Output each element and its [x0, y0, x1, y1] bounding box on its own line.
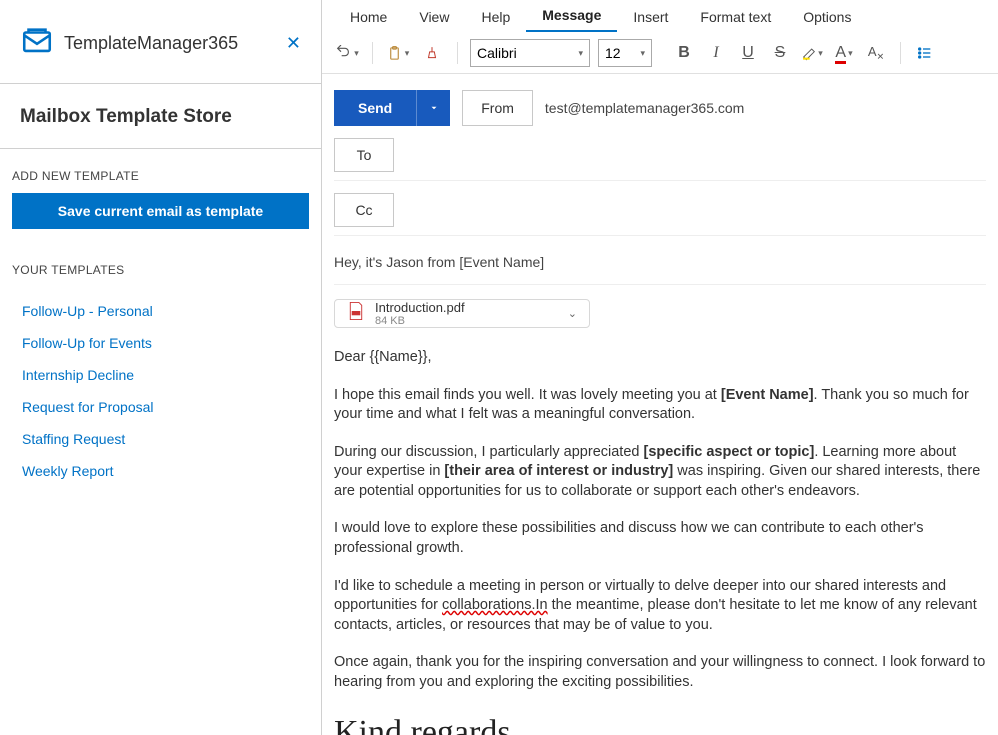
to-row: To: [334, 138, 986, 181]
template-item[interactable]: Staffing Request: [22, 423, 299, 455]
paragraph-1: I hope this email finds you well. It was…: [334, 386, 986, 425]
clear-format-button[interactable]: A✕: [864, 41, 888, 65]
your-templates-label: YOUR TEMPLATES: [0, 229, 321, 287]
from-email: test@templatemanager365.com: [545, 100, 744, 116]
tab-format-text[interactable]: Format text: [684, 2, 787, 32]
italic-button[interactable]: I: [704, 41, 728, 65]
paragraph-3: I would love to explore these possibilit…: [334, 519, 986, 558]
ribbon-tabs: Home View Help Message Insert Format tex…: [322, 0, 998, 33]
font-color-button[interactable]: A ▾: [832, 41, 856, 65]
font-select[interactable]: Calibri ▾: [470, 39, 590, 67]
from-button[interactable]: From: [462, 90, 533, 126]
add-template-label: ADD NEW TEMPLATE: [0, 149, 321, 193]
template-item[interactable]: Follow-Up - Personal: [22, 295, 299, 327]
sidebar: TemplateManager365 ✕ Mailbox Template St…: [0, 0, 322, 735]
attachment-size: 84 KB: [375, 315, 465, 327]
logo: TemplateManager365: [20, 24, 238, 63]
formatting-toolbar: ▾ ▾ Calibri ▾ 12 ▾ B I U S ▾: [322, 33, 998, 74]
email-body[interactable]: Dear {{Name}}, I hope this email finds y…: [322, 342, 998, 735]
message-header: Send From test@templatemanager365.com To…: [322, 74, 998, 285]
paste-button[interactable]: ▾: [385, 39, 411, 67]
bullet-list-button[interactable]: [913, 41, 937, 65]
bold-button[interactable]: B: [672, 41, 696, 65]
font-name: Calibri: [477, 45, 517, 61]
cc-row: Cc: [334, 193, 986, 236]
tab-insert[interactable]: Insert: [617, 2, 684, 32]
send-button[interactable]: Send: [334, 90, 416, 126]
font-size-select[interactable]: 12 ▾: [598, 39, 652, 67]
text-format-group: B I U S ▾ A ▾ A✕: [672, 41, 937, 65]
format-painter-button[interactable]: [419, 39, 445, 67]
separator: [900, 42, 901, 64]
close-icon[interactable]: ✕: [286, 33, 301, 54]
font-size: 12: [605, 45, 621, 61]
app-logo-icon: [20, 24, 54, 63]
strikethrough-button[interactable]: S: [768, 41, 792, 65]
tab-home[interactable]: Home: [334, 2, 403, 32]
sidebar-header: TemplateManager365 ✕: [0, 0, 321, 84]
paragraph-5: Once again, thank you for the inspiring …: [334, 653, 986, 692]
paragraph-4: I'd like to schedule a meeting in person…: [334, 577, 986, 636]
save-template-button[interactable]: Save current email as template: [12, 193, 309, 229]
attachment-chip[interactable]: Introduction.pdf 84 KB ⌄: [334, 299, 590, 328]
undo-button[interactable]: ▾: [334, 39, 360, 67]
cc-button[interactable]: Cc: [334, 193, 394, 227]
greeting: Dear {{Name}},: [334, 348, 986, 368]
separator: [372, 42, 373, 64]
highlight-button[interactable]: ▾: [800, 41, 824, 65]
underline-button[interactable]: U: [736, 41, 760, 65]
tab-help[interactable]: Help: [465, 2, 526, 32]
template-item[interactable]: Weekly Report: [22, 455, 299, 487]
chevron-down-icon[interactable]: ⌄: [568, 307, 577, 320]
tab-options[interactable]: Options: [787, 2, 867, 32]
to-button[interactable]: To: [334, 138, 394, 172]
separator: [457, 42, 458, 64]
template-item[interactable]: Internship Decline: [22, 359, 299, 391]
sidebar-title: Mailbox Template Store: [0, 84, 321, 149]
template-item[interactable]: Request for Proposal: [22, 391, 299, 423]
subject-field[interactable]: Hey, it's Jason from [Event Name]: [334, 248, 986, 285]
main-content: Home View Help Message Insert Format tex…: [322, 0, 998, 735]
app-name: TemplateManager365: [64, 33, 238, 54]
template-item[interactable]: Follow-Up for Events: [22, 327, 299, 359]
template-list: Follow-Up - Personal Follow-Up for Event…: [0, 287, 321, 495]
signature: Kind regards,: [334, 710, 986, 735]
tab-message[interactable]: Message: [526, 0, 617, 32]
tab-view[interactable]: View: [403, 2, 465, 32]
send-row: Send From test@templatemanager365.com: [334, 90, 986, 126]
pdf-icon: [347, 301, 365, 326]
paragraph-2: During our discussion, I particularly ap…: [334, 443, 986, 502]
attachment-name: Introduction.pdf: [375, 300, 465, 315]
send-dropdown-button[interactable]: [416, 90, 450, 126]
